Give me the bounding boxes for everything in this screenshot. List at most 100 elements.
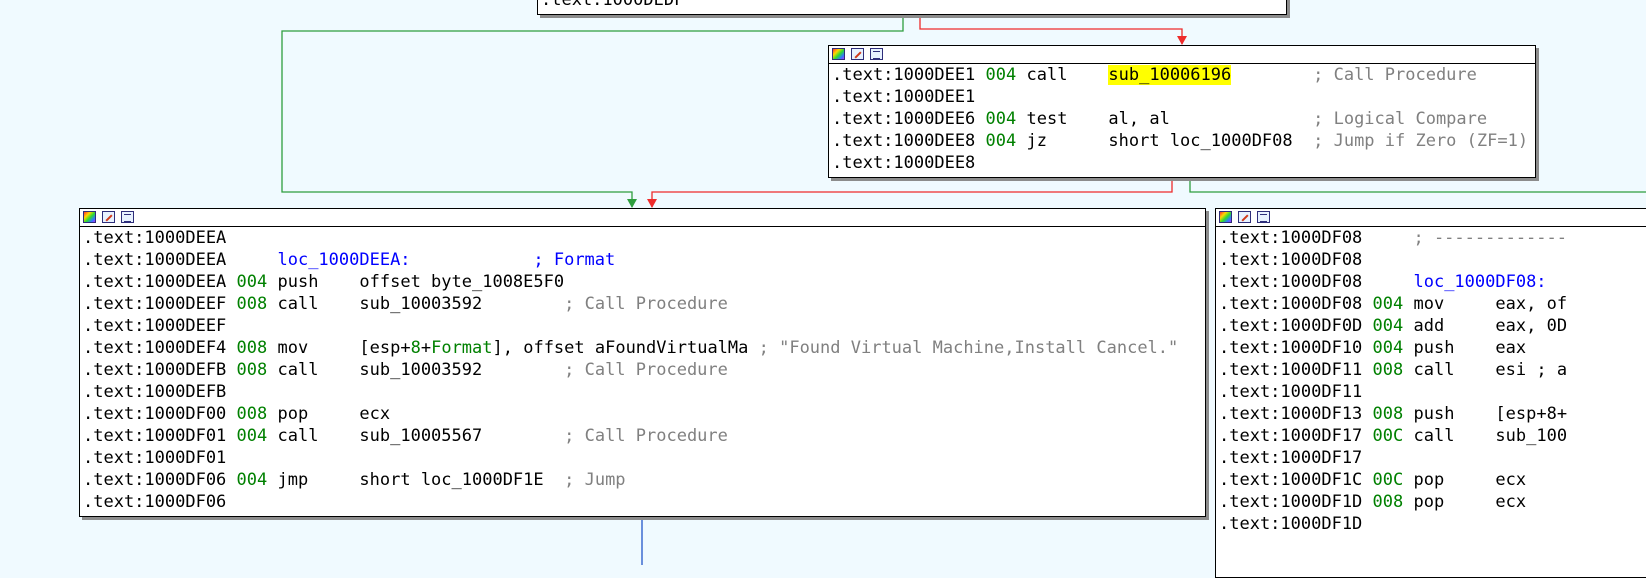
code-line[interactable]: .text:1000DEFB 008 call sub_10003592 ; C… — [80, 359, 1205, 381]
code-line[interactable]: .text:1000DEEA loc_1000DEEA: ; Format — [80, 249, 1205, 271]
color-palette-icon[interactable] — [83, 211, 96, 223]
code-block-a[interactable]: .text:1000DEE1 004 call sub_10006196 ; C… — [828, 45, 1536, 178]
stack-offset: 004 — [1372, 316, 1404, 336]
code-line[interactable]: .text:1000DF1D — [1216, 513, 1646, 535]
code-line[interactable]: .text:1000DEEF 008 call sub_10003592 ; C… — [80, 293, 1205, 315]
edit-node-icon[interactable] — [102, 211, 115, 223]
code-line[interactable]: .text:1000DF01 — [80, 447, 1205, 469]
code-block-b[interactable]: .text:1000DEEA .text:1000DEEA loc_1000DEE… — [79, 208, 1206, 517]
operand: ecx — [1495, 492, 1527, 512]
code-line[interactable]: .text:1000DEE1 — [829, 86, 1535, 108]
operand: sub_10006196 — [1108, 65, 1232, 85]
graph-view-icon[interactable] — [121, 211, 134, 223]
line-comment: ; Call Procedure — [564, 294, 728, 314]
stack-offset: 00C — [1372, 470, 1404, 490]
code-line[interactable]: .text:1000DF1C 00C pop ecx — [1216, 469, 1646, 491]
line-label: loc_1000DF08: — [1413, 272, 1547, 292]
code-line[interactable]: .text:1000DF13 008 push [esp+8+ — [1216, 403, 1646, 425]
mnemonic: call — [1413, 426, 1496, 446]
line-address: .text:1000DF00 — [83, 404, 227, 424]
line-address: .text:1000DF08 — [1219, 294, 1363, 314]
block-toolbar — [829, 46, 1535, 64]
code-lines: .text:1000DEE1 004 call sub_10006196 ; C… — [829, 64, 1535, 174]
code-line[interactable]: .text:1000DEE8 004 jz short loc_1000DF08… — [829, 130, 1535, 152]
line-address: .text:1000DEEA — [83, 228, 227, 248]
line-address: .text:1000DF08 — [1219, 228, 1363, 248]
line-address: .text:1000DF13 — [1219, 404, 1363, 424]
operand: eax — [1495, 338, 1527, 358]
code-line[interactable]: .text:1000DF0D 004 add eax, 0D — [1216, 315, 1646, 337]
code-line[interactable]: .text:1000DF06 — [80, 491, 1205, 513]
mnemonic: push — [277, 272, 360, 292]
code-line[interactable]: .text:1000DEEA — [80, 227, 1205, 249]
top-code-block[interactable]: .text:1000DEDF — [537, 0, 1287, 15]
stack-offset: 004 — [985, 131, 1017, 151]
line-comment: ; Call Procedure — [564, 360, 728, 380]
line-address: .text:1000DF10 — [1219, 338, 1363, 358]
line-comment: ; Jump — [564, 470, 626, 490]
line-address: .text:1000DEEA — [83, 272, 227, 292]
code-line[interactable]: .text:1000DEE8 — [829, 152, 1535, 174]
line-address: .text:1000DEEF — [83, 316, 227, 336]
graph-view-icon[interactable] — [870, 48, 883, 60]
mnemonic: mov — [277, 338, 360, 358]
code-line[interactable]: .text:1000DF08 004 mov eax, of — [1216, 293, 1646, 315]
line-address: .text:1000DEF4 — [83, 338, 227, 358]
edit-node-icon[interactable] — [851, 48, 864, 60]
code-line[interactable]: .text:1000DF11 — [1216, 381, 1646, 403]
code-line[interactable]: .text:1000DF10 004 push eax — [1216, 337, 1646, 359]
code-line[interactable]: .text:1000DF08 loc_1000DF08: — [1216, 271, 1646, 293]
code-line[interactable]: .text:1000DEEF — [80, 315, 1205, 337]
edit-node-icon[interactable] — [1238, 211, 1251, 223]
code-line[interactable]: .text:1000DF11 008 call esi ; a — [1216, 359, 1646, 381]
mnemonic: push — [1413, 338, 1496, 358]
line-comment: ; Call Procedure — [564, 426, 728, 446]
color-palette-icon[interactable] — [1219, 211, 1232, 223]
line-address: .text:1000DEFB — [83, 382, 227, 402]
operand: al, al — [1108, 109, 1170, 129]
operand: ecx — [1495, 470, 1527, 490]
mnemonic: mov — [1413, 294, 1496, 314]
stack-offset: 008 — [1372, 360, 1404, 380]
line-address: .text:1000DEEA — [83, 250, 227, 270]
operand-number: 8 — [410, 338, 421, 358]
stack-offset: 008 — [236, 404, 268, 424]
code-line[interactable]: .text:1000DEE6 004 test al, al ; Logical… — [829, 108, 1535, 130]
code-line[interactable]: .text:1000DF08 ; ------------- — [1216, 227, 1646, 249]
code-line[interactable]: .text:1000DF06 004 jmp short loc_1000DF1… — [80, 469, 1205, 491]
operand: sub_10003592 — [359, 294, 483, 314]
stack-offset: 004 — [1372, 294, 1404, 314]
color-palette-icon[interactable] — [832, 48, 845, 60]
line-address: .text:1000DF17 — [1219, 426, 1363, 446]
operand: sub_10005567 — [359, 426, 483, 446]
code-line[interactable]: .text:1000DF17 — [1216, 447, 1646, 469]
line-address: .text:1000DF11 — [1219, 382, 1363, 402]
stack-offset: 004 — [985, 65, 1017, 85]
code-line[interactable]: .text:1000DEF4 008 mov [esp+8+Format], o… — [80, 337, 1205, 359]
code-line[interactable]: .text:1000DF08 — [1216, 249, 1646, 271]
code-line[interactable]: .text:1000DEFB — [80, 381, 1205, 403]
code-block-c[interactable]: .text:1000DF08 ; ------------- .text:1000… — [1215, 208, 1646, 578]
code-line[interactable]: .text:1000DF00 008 pop ecx — [80, 403, 1205, 425]
operand: ecx — [359, 404, 391, 424]
stack-offset: 00C — [1372, 426, 1404, 446]
code-line[interactable]: .text:1000DF01 004 call sub_10005567 ; C… — [80, 425, 1205, 447]
edge-true-a-to-c — [1189, 178, 1646, 193]
graph-view-icon[interactable] — [1257, 211, 1270, 223]
mnemonic: call — [277, 294, 360, 314]
stack-offset: 004 — [236, 272, 268, 292]
code-line[interactable]: .text:1000DF1D 008 pop ecx — [1216, 491, 1646, 513]
operand: esi ; a — [1495, 360, 1568, 380]
stack-offset: 008 — [236, 360, 268, 380]
edge-true-top-to-b — [281, 15, 904, 207]
mnemonic: call — [1026, 65, 1109, 85]
code-line[interactable]: .text:1000DEE1 004 call sub_10006196 ; C… — [829, 64, 1535, 86]
line-address: .text:1000DF08 — [1219, 272, 1363, 292]
line-address: .text:1000DF01 — [83, 448, 227, 468]
code-line[interactable]: .text:1000DF17 00C call sub_100 — [1216, 425, 1646, 447]
line-comment: ; "Found Virtual Machine,Install Cancel.… — [748, 338, 1179, 358]
stack-offset: 004 — [236, 470, 268, 490]
line-address: .text:1000DF17 — [1219, 448, 1363, 468]
stack-offset: 004 — [985, 109, 1017, 129]
code-line[interactable]: .text:1000DEEA 004 push offset byte_1008… — [80, 271, 1205, 293]
